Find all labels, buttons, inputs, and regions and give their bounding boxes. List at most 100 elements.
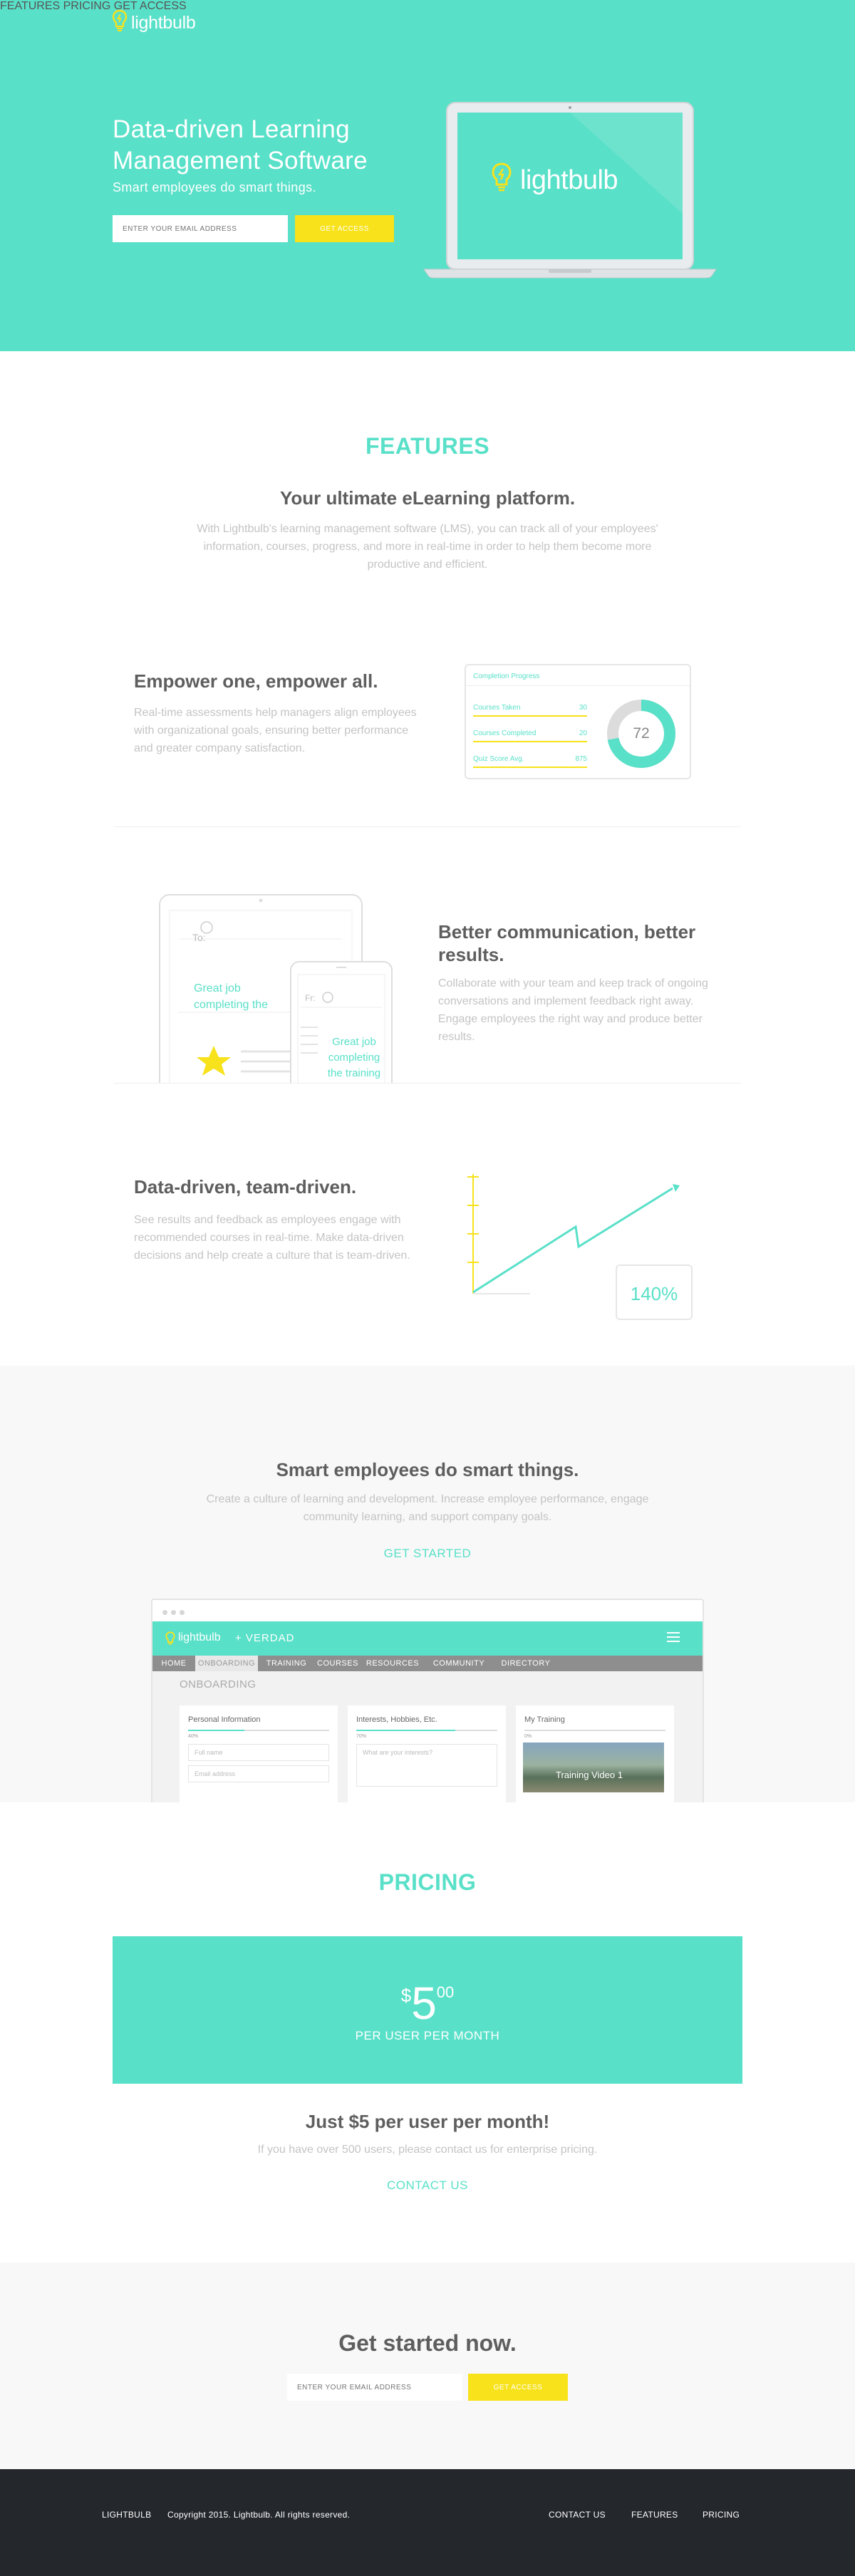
panel-progress-bar xyxy=(188,1730,329,1731)
interests-field[interactable]: What are your interests? xyxy=(356,1744,497,1787)
get-started-title: Get started now. xyxy=(338,2330,517,2356)
features-title: Your ultimate eLearning platform. xyxy=(279,487,576,509)
price-period: PER USER PER MONTH xyxy=(355,2029,500,2042)
smart-text: Create a culture of learning and develop… xyxy=(206,1493,649,1523)
laptop-illustration: lightbulb xyxy=(420,100,720,285)
completion-progress-card: Completion Progress Courses Taken 30 Cou… xyxy=(465,664,691,779)
feature-2-title: Better communication, better results. xyxy=(438,921,696,965)
price-value: 5 xyxy=(411,1978,437,2029)
messaging-illustration: To: Great job completing the training vi… xyxy=(114,888,399,1083)
features-heading: FEATURES xyxy=(365,433,490,459)
app-header: lightbulb + VERDAD xyxy=(152,1621,703,1656)
footer-get-access-button[interactable]: GET ACCESS xyxy=(468,2374,568,2401)
progress-row-value: 875 xyxy=(575,755,587,763)
panel-progress-bar xyxy=(524,1730,665,1731)
app-tab-resources[interactable]: RESOURCES xyxy=(362,1656,423,1671)
features-intro-text: With Lightbulb's learning management sof… xyxy=(197,523,658,571)
pricing-text: If you have over 500 users, please conta… xyxy=(257,2144,598,2156)
phone-message: Great job completing the training xyxy=(327,1036,381,1079)
app-partner: + VERDAD xyxy=(235,1632,295,1644)
app-tab-training[interactable]: TRAINING xyxy=(259,1656,314,1671)
app-tab-home[interactable]: HOME xyxy=(152,1656,195,1671)
app-tab-directory[interactable]: DIRECTORY xyxy=(494,1656,557,1671)
price-cents: 00 xyxy=(436,1983,455,2001)
pricing-title: Just $5 per user per month! xyxy=(305,2111,550,2132)
donut-value: 72 xyxy=(633,725,650,742)
footer-contact-link[interactable]: CONTACT US xyxy=(549,2510,606,2520)
hero-email-input[interactable] xyxy=(113,215,288,242)
app-tab-community[interactable]: COMMUNITY xyxy=(423,1656,494,1671)
footer-copyright: Copyright 2015. Lightbulb. All rights re… xyxy=(167,2510,351,2520)
growth-chart-illustration: 140% xyxy=(462,1168,697,1321)
growth-value-card: 140% xyxy=(616,1264,693,1320)
progress-row-value: 20 xyxy=(579,729,587,737)
panel-title: My Training xyxy=(524,1715,565,1724)
app-tab-courses[interactable]: COURSES xyxy=(314,1656,362,1671)
footer: LIGHTBULB Copyright 2015. Lightbulb. All… xyxy=(0,2469,855,2576)
panel-progress-bar xyxy=(356,1730,497,1731)
hero-section: lightbulb FEATURES PRICING GET ACCESS Da… xyxy=(0,0,855,351)
training-video-thumbnail[interactable]: Training Video 1 xyxy=(523,1743,664,1792)
tablet-message: Great job completing the training video xyxy=(194,982,269,1011)
footer-pricing-link[interactable]: PRICING xyxy=(703,2510,740,2520)
hero-title: Data-driven Learning Management Software xyxy=(113,115,368,175)
smart-employees-section: Smart employees do smart things. Create … xyxy=(0,1366,855,1802)
footer-features-link[interactable]: FEATURES xyxy=(631,2510,678,2520)
hero-get-access-button[interactable]: GET ACCESS xyxy=(295,215,394,242)
nav-pricing-link[interactable]: PRICING xyxy=(63,0,111,12)
interests-panel: Interests, Hobbies, Etc. 70% What are yo… xyxy=(348,1705,506,1802)
price-box: $500 PER USER PER MONTH xyxy=(113,1936,742,2084)
progress-row: Courses Taken 30 xyxy=(473,702,587,717)
tablet-to-label: To: xyxy=(192,932,206,943)
progress-row-label: Courses Completed xyxy=(473,729,537,737)
full-name-field[interactable]: Full name xyxy=(188,1744,329,1761)
feature-1-title: Empower one, empower all. xyxy=(134,670,378,692)
feature-3-title: Data-driven, team-driven. xyxy=(134,1176,357,1198)
feature-2-text: Collaborate with your team and keep trac… xyxy=(438,977,708,1043)
app-preview-window: lightbulb + VERDAD HOME ONBOARDING TRAIN… xyxy=(151,1599,704,1802)
panel-progress-label: 70% xyxy=(356,1734,367,1739)
app-brand: lightbulb xyxy=(178,1631,221,1643)
smart-title: Smart employees do smart things. xyxy=(276,1459,579,1480)
app-tab-bar: HOME ONBOARDING TRAINING COURSES RESOURC… xyxy=(152,1656,703,1671)
feature-divider xyxy=(114,826,741,827)
training-video-title: Training Video 1 xyxy=(556,1770,623,1780)
get-started-link[interactable]: GET STARTED xyxy=(0,1547,855,1561)
progress-row-value: 30 xyxy=(579,704,587,712)
laptop-screen-logo: lightbulb xyxy=(520,165,618,195)
brand-logo[interactable]: lightbulb xyxy=(112,9,196,37)
email-address-field[interactable]: Email address xyxy=(188,1765,329,1782)
progress-row-label: Courses Taken xyxy=(473,704,521,712)
contact-us-link[interactable]: CONTACT US xyxy=(0,2178,855,2193)
growth-value: 140% xyxy=(630,1283,678,1304)
app-content: ONBOARDING Personal Information 40% Full… xyxy=(152,1671,703,1802)
brand-name: lightbulb xyxy=(131,13,196,33)
get-started-section: Get started now. GET ACCESS xyxy=(0,2263,855,2469)
feature-3-text: See results and feedback as employees en… xyxy=(134,1214,410,1262)
pricing-heading: PRICING xyxy=(378,1869,477,1895)
progress-row: Courses Completed 20 xyxy=(473,728,587,742)
progress-row: Quiz Score Avg. 875 xyxy=(473,754,587,768)
window-controls xyxy=(162,1606,188,1619)
hamburger-menu-icon[interactable] xyxy=(667,1632,680,1646)
panel-progress-label: 0% xyxy=(524,1734,532,1739)
panel-title: Personal Information xyxy=(188,1715,261,1724)
nav-features-link[interactable]: FEATURES xyxy=(0,0,60,12)
price-amount: $500 xyxy=(113,1980,742,2026)
lightbulb-icon xyxy=(165,1631,175,1649)
app-tab-onboarding[interactable]: ONBOARDING xyxy=(195,1656,258,1671)
app-page-title: ONBOARDING xyxy=(180,1678,256,1690)
price-currency: $ xyxy=(400,1985,412,2006)
lightbulb-icon xyxy=(112,9,128,37)
footer-email-input[interactable] xyxy=(287,2374,462,2401)
progress-row-label: Quiz Score Avg. xyxy=(473,755,524,763)
feature-1-text: Real-time assessments help managers alig… xyxy=(134,707,417,754)
personal-info-panel: Personal Information 40% Full name Email… xyxy=(180,1705,338,1802)
panel-title: Interests, Hobbies, Etc. xyxy=(356,1715,437,1724)
footer-brand: LIGHTBULB xyxy=(102,2510,152,2520)
hero-subtitle: Smart employees do smart things. xyxy=(113,180,316,194)
progress-card-divider xyxy=(466,685,690,686)
panel-progress-label: 40% xyxy=(188,1734,199,1739)
my-training-panel: My Training 0% Training Video 1 xyxy=(516,1705,674,1802)
phone-from-label: Fr: xyxy=(305,993,316,1003)
